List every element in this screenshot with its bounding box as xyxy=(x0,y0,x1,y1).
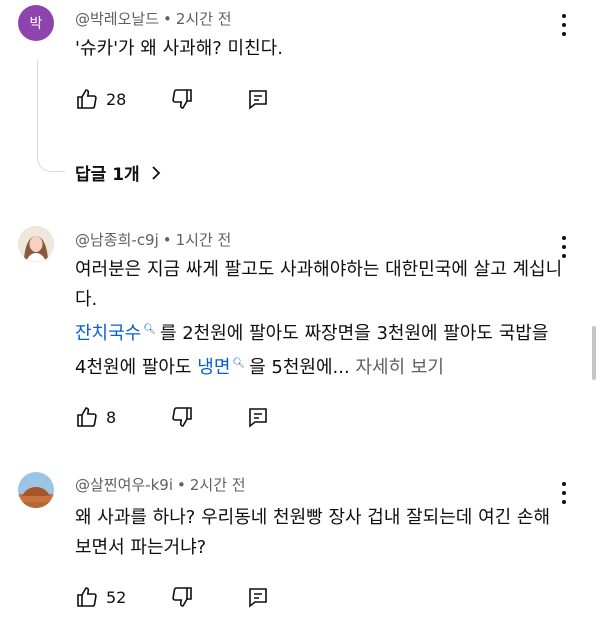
avatar[interactable]: 박 xyxy=(18,5,54,41)
thumbs-up-icon[interactable] xyxy=(75,405,99,429)
more-options-icon[interactable] xyxy=(556,14,572,36)
avatar-initial: 박 xyxy=(29,16,43,32)
comment-actions: 52 xyxy=(75,584,270,610)
thumbs-down-icon[interactable] xyxy=(170,585,194,609)
thumbs-down-icon[interactable] xyxy=(170,87,194,111)
avatar[interactable] xyxy=(18,472,54,508)
thumbs-up-icon[interactable] xyxy=(75,87,99,111)
read-more-button[interactable]: 자세히 보기 xyxy=(355,357,444,378)
comment-author[interactable]: @살찐여우-k9i xyxy=(75,476,173,494)
comment-item: 박 @박레오날드 • 2시간 전 '슈카'가 왜 사과해? 미친다. 28 답글 1… xyxy=(0,0,600,200)
avatar-photo xyxy=(18,472,54,508)
comment-meta: @살찐여우-k9i • 2시간 전 xyxy=(75,476,246,494)
search-icon: 🔍︎ xyxy=(143,324,156,335)
comment-author[interactable]: @남종희-c9j xyxy=(75,231,159,249)
like-count: 52 xyxy=(106,587,127,607)
thread-connector xyxy=(37,60,65,172)
replies-label: 답글 1개 xyxy=(75,165,140,185)
search-icon: 🔍︎ xyxy=(232,358,246,369)
comment-text: '슈카'가 왜 사과해? 미친다. xyxy=(75,38,283,59)
avatar-photo xyxy=(18,226,54,262)
like-count: 28 xyxy=(106,89,127,109)
comment-time[interactable]: 1시간 전 xyxy=(176,231,232,249)
comment-time[interactable]: 2시간 전 xyxy=(176,10,232,28)
avatar[interactable] xyxy=(18,226,54,262)
view-replies-button[interactable]: 답글 1개 xyxy=(75,160,162,185)
comment-text: 왜 사과를 하나? 우리동네 천원빵 장사 겁내 잘되는데 여긴 손해보면서 파… xyxy=(75,507,551,558)
reply-icon[interactable] xyxy=(246,87,270,111)
thumbs-up-icon[interactable] xyxy=(75,585,99,609)
scrollbar-thumb[interactable] xyxy=(592,326,596,380)
comment-text: 여러분은 지금 싸게 팔고도 사과해야하는 대한민국에 살고 계십니다. 잔치국… xyxy=(75,259,563,378)
comment-actions: 28 xyxy=(75,86,270,112)
search-link[interactable]: 잔치국수 xyxy=(75,323,141,344)
reply-icon[interactable] xyxy=(246,405,270,429)
comment-time[interactable]: 2시간 전 xyxy=(190,476,246,494)
comment-actions: 8 xyxy=(75,404,270,430)
like-count: 8 xyxy=(106,407,117,427)
reply-icon[interactable] xyxy=(246,585,270,609)
comment-meta: @박레오날드 • 2시간 전 xyxy=(75,10,232,28)
chevron-right-icon xyxy=(152,165,160,180)
more-options-icon[interactable] xyxy=(556,482,572,504)
search-link[interactable]: 냉면 xyxy=(197,357,230,378)
comment-meta: @남종희-c9j • 1시간 전 xyxy=(75,231,232,249)
comment-author[interactable]: @박레오날드 xyxy=(75,10,159,28)
thumbs-down-icon[interactable] xyxy=(170,405,194,429)
